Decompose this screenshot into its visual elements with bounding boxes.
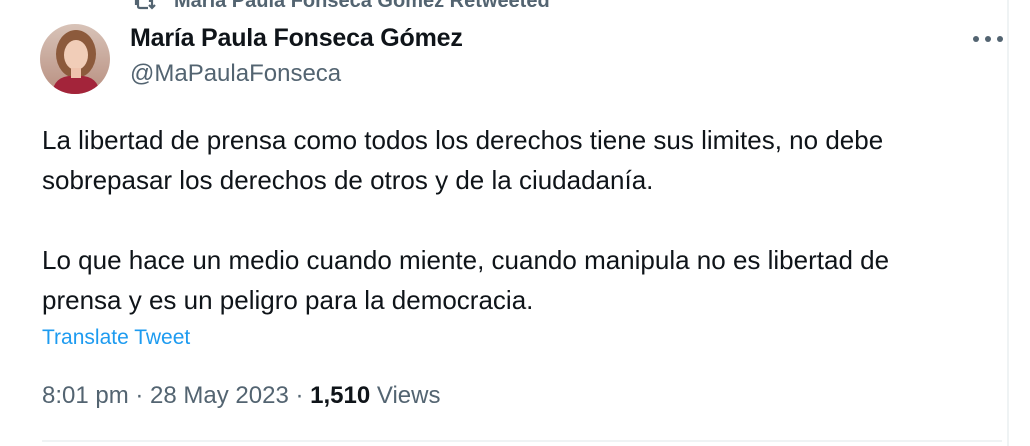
- profile-photo: [40, 24, 110, 94]
- tweet-meta: 8:01 pm · 28 May 2023 · 1,510 Views: [42, 382, 440, 410]
- meta-separator: ·: [288, 382, 311, 409]
- tweet-detail: María Paula Fonseca Gómez Retweeted Marí…: [0, 0, 1030, 446]
- views-count: 1,510: [310, 382, 371, 409]
- retweet-label: María Paula Fonseca Gómez Retweeted: [174, 0, 550, 12]
- retweet-context[interactable]: María Paula Fonseca Gómez Retweeted: [132, 0, 550, 12]
- tweet-time[interactable]: 8:01 pm: [42, 382, 129, 409]
- user-handle[interactable]: @MaPaulaFonseca: [130, 60, 341, 88]
- tweet-text: La libertad de prensa como todos los der…: [42, 120, 997, 320]
- display-name[interactable]: María Paula Fonseca Gómez: [130, 24, 463, 53]
- tweet-paragraph: Lo que hace un medio cuando miente, cuan…: [42, 245, 890, 315]
- divider: [42, 440, 1002, 442]
- column-border: [1007, 0, 1009, 446]
- tweet-paragraph: La libertad de prensa como todos los der…: [42, 125, 884, 195]
- translate-tweet-link[interactable]: Translate Tweet: [42, 326, 190, 350]
- meta-separator: ·: [128, 382, 151, 409]
- tweet-date[interactable]: 28 May 2023: [150, 382, 289, 409]
- more-options-button[interactable]: [968, 22, 1008, 56]
- retweet-icon: [134, 0, 156, 10]
- views-label: Views: [370, 382, 441, 409]
- avatar[interactable]: [40, 24, 110, 94]
- more-icon: [973, 36, 1003, 42]
